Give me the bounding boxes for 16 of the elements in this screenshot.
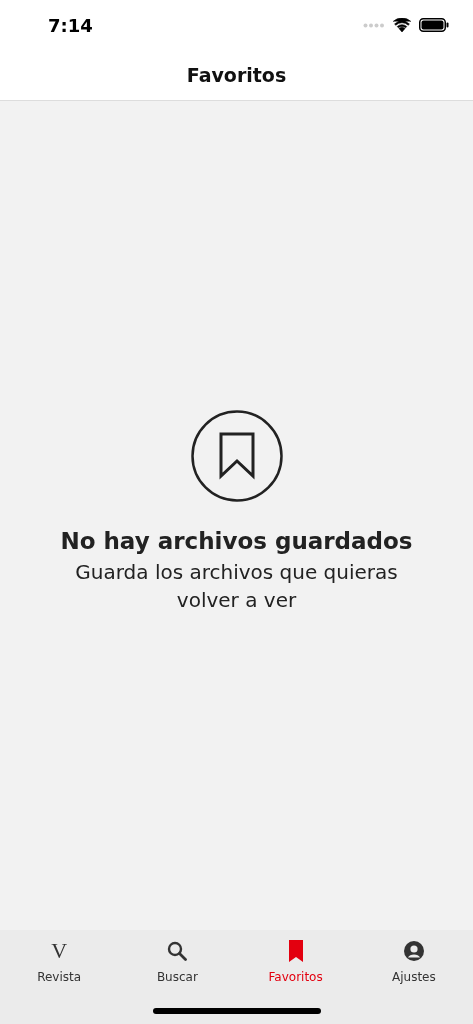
empty-state-message: Guarda los archivos que quieras volver a ver bbox=[74, 559, 399, 614]
screen-title: Favoritos bbox=[186, 64, 287, 86]
logo-icon: V bbox=[51, 938, 68, 964]
wifi-icon bbox=[393, 18, 411, 32]
battery-icon bbox=[419, 18, 449, 32]
status-time: 7:14 bbox=[48, 14, 93, 36]
bookmark-circle-icon bbox=[190, 410, 283, 502]
tab-bar-item[interactable]: Favoritos bbox=[236, 938, 355, 984]
tab-bar-item[interactable]: Buscar bbox=[118, 938, 237, 984]
search-icon bbox=[167, 941, 188, 961]
tab-bar-item[interactable]: V Revista bbox=[0, 938, 119, 984]
bookmark-icon bbox=[288, 940, 303, 962]
profile-icon bbox=[403, 941, 424, 961]
empty-state-title: No hay archivos guardados bbox=[60, 528, 413, 554]
signal-icon bbox=[363, 22, 385, 28]
tab-bar-item[interactable]: Ajustes bbox=[354, 938, 473, 984]
